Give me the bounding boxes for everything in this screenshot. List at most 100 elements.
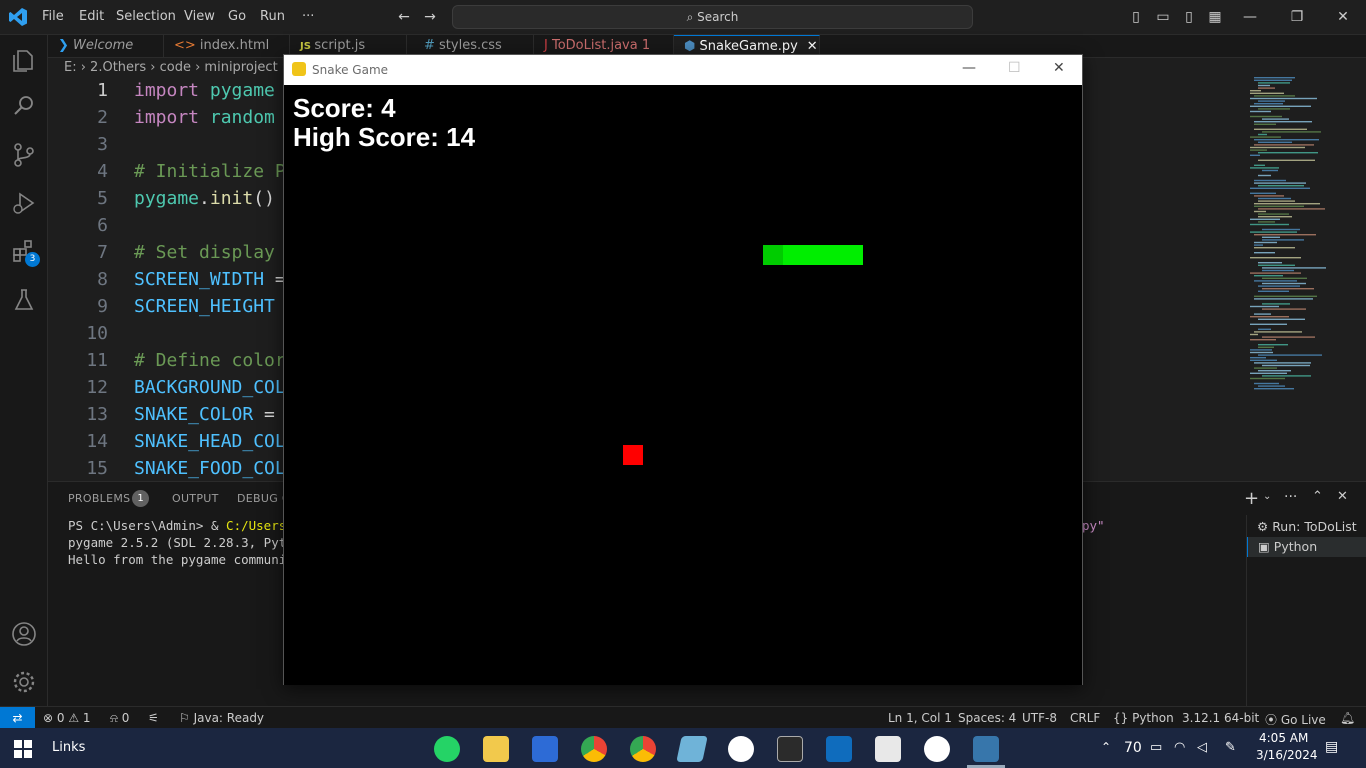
notifications-bell-icon[interactable]: 🔔︎ (1340, 711, 1355, 725)
code-line[interactable]: pygame.init() (134, 188, 275, 209)
code-line[interactable]: SCREEN_WIDTH = (134, 269, 286, 290)
maximize-icon[interactable]: ☐ (1008, 60, 1021, 76)
snake-game-window[interactable]: Snake Game — ☐ ✕ Score: 4 High Score: 14 (283, 54, 1083, 685)
code-line[interactable]: # Set display (134, 242, 275, 263)
notes-app-icon[interactable] (676, 736, 708, 762)
notification-center-icon[interactable]: ▤ (1325, 739, 1338, 755)
code-line[interactable]: SNAKE_HEAD_COL (134, 431, 286, 452)
problems-status[interactable]: ⊗ 0 ⚠ 1 (43, 711, 91, 725)
menu-more[interactable]: ··· (302, 9, 314, 24)
encoding[interactable]: UTF-8 (1022, 711, 1057, 725)
restore-icon[interactable]: ❐ (1288, 8, 1306, 26)
settings-gear-icon[interactable] (11, 669, 37, 695)
line-ending[interactable]: CRLF (1070, 711, 1100, 725)
menu-go[interactable]: Go (228, 9, 246, 24)
cursor-position[interactable]: Ln 1, Col 1 (888, 711, 952, 725)
toggle-secondary-sidebar-icon[interactable]: ▯ (1180, 8, 1198, 26)
code-line[interactable]: import pygame (134, 80, 275, 101)
customize-layout-icon[interactable]: ▦ (1206, 8, 1224, 26)
tab-output[interactable]: OUTPUT (172, 492, 219, 505)
code-line[interactable]: SCREEN_HEIGHT (134, 296, 275, 317)
go-live[interactable]: ⦿ Go Live (1265, 711, 1326, 728)
python-taskbar-icon[interactable] (973, 736, 999, 762)
breadcrumb[interactable]: E: › 2.Others › code › miniproject › S (64, 60, 299, 75)
remote-icon[interactable]: ⇄ (0, 707, 35, 729)
code-line[interactable]: # Initialize P (134, 161, 286, 182)
java-app-icon[interactable] (875, 736, 901, 762)
close-icon[interactable]: ✕ (1053, 60, 1065, 76)
battery-icon[interactable]: ▭ (1150, 740, 1162, 755)
github-desktop-icon[interactable] (728, 736, 754, 762)
clock-date[interactable]: 3/16/2024 (1256, 748, 1318, 762)
game-canvas[interactable]: Score: 4 High Score: 14 (284, 85, 1082, 685)
back-arrow-icon[interactable]: ← (395, 8, 413, 26)
terminal-line: Hello from the pygame community (68, 552, 302, 567)
code-line[interactable]: SNAKE_COLOR = (134, 404, 275, 425)
more-actions-icon[interactable]: ··· (1284, 489, 1297, 505)
menu-file[interactable]: File (42, 9, 64, 24)
menu-run[interactable]: Run (260, 9, 285, 24)
microsoft-store-icon[interactable] (532, 736, 558, 762)
new-terminal-icon[interactable]: + (1244, 488, 1259, 509)
minimap-line (1250, 351, 1273, 354)
windows-start-icon[interactable] (14, 740, 32, 758)
chevron-down-icon[interactable]: ⌄ (1263, 491, 1271, 502)
tray-chevron-icon[interactable]: ⌃ (1101, 740, 1111, 754)
whatsapp-icon[interactable] (434, 736, 460, 762)
command-search-box[interactable]: ⌕ Search (452, 5, 973, 29)
terminal-app-icon[interactable] (777, 736, 803, 762)
tab-debug-console[interactable]: DEBUG C (237, 492, 290, 505)
code-line[interactable]: SNAKE_FOOD_COL (134, 458, 286, 479)
vscode-taskbar-icon[interactable] (826, 736, 852, 762)
minimap-line (1254, 123, 1276, 125)
debug-status-icon[interactable]: ⚟ (148, 711, 159, 725)
file-explorer-icon[interactable] (483, 736, 509, 762)
menu-selection[interactable]: Selection (116, 9, 176, 24)
minimap-line (1250, 154, 1260, 156)
minimap-line (1258, 174, 1271, 177)
language-mode[interactable]: {} Python (1113, 711, 1174, 725)
code-line[interactable]: import random (134, 107, 275, 128)
account-icon[interactable] (11, 621, 37, 647)
minimize-icon[interactable]: — (962, 60, 976, 76)
minimap-line (1254, 205, 1304, 207)
tab-index-html[interactable]: <> index.html (164, 35, 290, 58)
code-line[interactable]: # Define color (134, 350, 286, 371)
python-interpreter[interactable]: 3.12.1 64-bit (1182, 711, 1259, 725)
menu-edit[interactable]: Edit (79, 9, 104, 24)
close-panel-icon[interactable]: ✕ (1337, 489, 1348, 504)
minimize-icon[interactable]: — (1241, 8, 1259, 26)
code-line[interactable]: BACKGROUND_COL (134, 377, 286, 398)
toggle-sidebar-icon[interactable]: ▯ (1127, 8, 1145, 26)
minimap-line (1254, 331, 1302, 333)
clock-time[interactable]: 4:05 AM (1259, 731, 1308, 745)
minimap-line (1254, 247, 1295, 249)
close-icon[interactable]: ✕ (1334, 8, 1352, 26)
terminal-item-python[interactable]: ▣ Python (1247, 537, 1366, 557)
minimap-line (1258, 264, 1295, 266)
wifi-icon[interactable]: ◠ (1174, 740, 1185, 755)
terminal-item-run-todolist[interactable]: ⚙ Run: ToDoList (1247, 517, 1366, 537)
game-app-icon[interactable] (924, 736, 950, 762)
tab-close-icon[interactable]: ✕ (807, 39, 818, 54)
volume-icon[interactable]: ◁ (1197, 740, 1207, 755)
chrome-profile-icon[interactable] (581, 736, 607, 762)
minimap-line (1250, 146, 1305, 149)
java-status[interactable]: ⚐ Java: Ready (179, 711, 264, 725)
ports-status[interactable]: ⍾ 0 (110, 711, 129, 726)
tab-welcome[interactable]: ❯ Welcome (48, 35, 164, 58)
pen-icon[interactable]: ✎ (1225, 740, 1236, 755)
minimap-line (1254, 195, 1284, 197)
line-number: 8 (97, 269, 108, 290)
toggle-panel-icon[interactable]: ▭ (1154, 8, 1172, 26)
indentation[interactable]: Spaces: 4 (958, 711, 1016, 725)
maximize-panel-icon[interactable]: ⌃ (1312, 489, 1323, 504)
tab-problems[interactable]: PROBLEMS (68, 492, 130, 505)
explorer-icon[interactable] (11, 47, 37, 73)
links-toolbar[interactable]: Links (52, 740, 85, 755)
minimap-line (1262, 303, 1290, 305)
forward-arrow-icon[interactable]: → (421, 8, 439, 26)
chrome-icon[interactable] (630, 736, 656, 762)
minimap[interactable] (1246, 75, 1356, 395)
menu-view[interactable]: View (184, 9, 215, 24)
